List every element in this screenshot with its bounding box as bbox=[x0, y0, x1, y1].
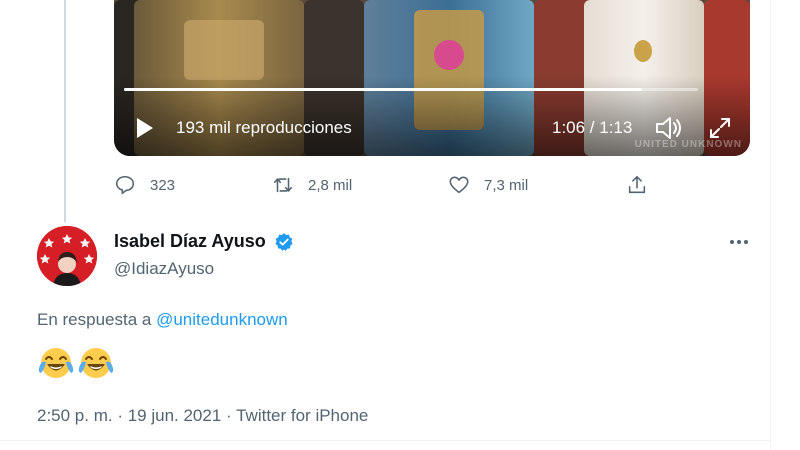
reply-count: 323 bbox=[150, 176, 176, 194]
view-count: 193 mil reproducciones bbox=[176, 118, 352, 137]
retweet-icon bbox=[273, 177, 293, 193]
play-icon bbox=[137, 118, 153, 138]
tweet-timestamp[interactable]: 2:50 p. m. · 19 jun. 2021 · bbox=[37, 406, 232, 425]
tweet-source[interactable]: Twitter for iPhone bbox=[236, 406, 368, 425]
author-handle[interactable]: @IdiazAyuso bbox=[114, 259, 214, 279]
thread-connector-line bbox=[64, 0, 66, 222]
volume-button[interactable] bbox=[654, 114, 684, 142]
like-button[interactable]: 7,3 mil bbox=[448, 173, 528, 197]
reply-mention-link[interactable]: @unitedunknown bbox=[156, 310, 288, 329]
heart-icon bbox=[449, 176, 469, 194]
like-count: 7,3 mil bbox=[484, 176, 529, 194]
fullscreen-icon bbox=[710, 118, 730, 138]
video-progress-fill bbox=[124, 88, 643, 91]
tears-of-joy-emoji-icon bbox=[38, 348, 74, 378]
reply-icon bbox=[115, 175, 135, 195]
video-progress-bar[interactable] bbox=[124, 88, 698, 91]
more-options-button[interactable] bbox=[726, 232, 752, 252]
reply-button[interactable]: 323 bbox=[114, 173, 175, 197]
volume-icon bbox=[656, 117, 681, 139]
share-icon bbox=[628, 175, 646, 194]
reply-prefix: En respuesta a bbox=[37, 310, 152, 329]
video-time: 1:06 / 1:13 bbox=[552, 118, 633, 137]
tweet-text: 😂😂 bbox=[37, 344, 115, 384]
tweet-metadata: 2:50 p. m. · 19 jun. 2021 · Twitter for … bbox=[37, 406, 368, 426]
fullscreen-button[interactable] bbox=[708, 116, 732, 140]
video-watermark: UNITED UNKNOWN bbox=[634, 139, 742, 150]
divider bbox=[0, 440, 770, 441]
author-name[interactable]: Isabel Díaz Ayuso bbox=[114, 231, 266, 252]
retweet-button[interactable]: 2,8 mil bbox=[272, 173, 352, 197]
reply-context: En respuesta a @unitedunknown bbox=[37, 310, 288, 330]
avatar-image bbox=[37, 226, 97, 286]
timeline-border bbox=[770, 0, 771, 450]
play-button[interactable] bbox=[132, 116, 156, 140]
share-button[interactable] bbox=[626, 173, 648, 197]
retweet-count: 2,8 mil bbox=[308, 176, 353, 194]
verified-badge-icon bbox=[274, 232, 294, 252]
tears-of-joy-emoji-icon bbox=[78, 348, 114, 378]
video-player[interactable]: 193 mil reproducciones 1:06 / 1:13 UNITE… bbox=[114, 0, 750, 156]
more-icon bbox=[730, 240, 748, 244]
avatar[interactable] bbox=[37, 226, 97, 286]
